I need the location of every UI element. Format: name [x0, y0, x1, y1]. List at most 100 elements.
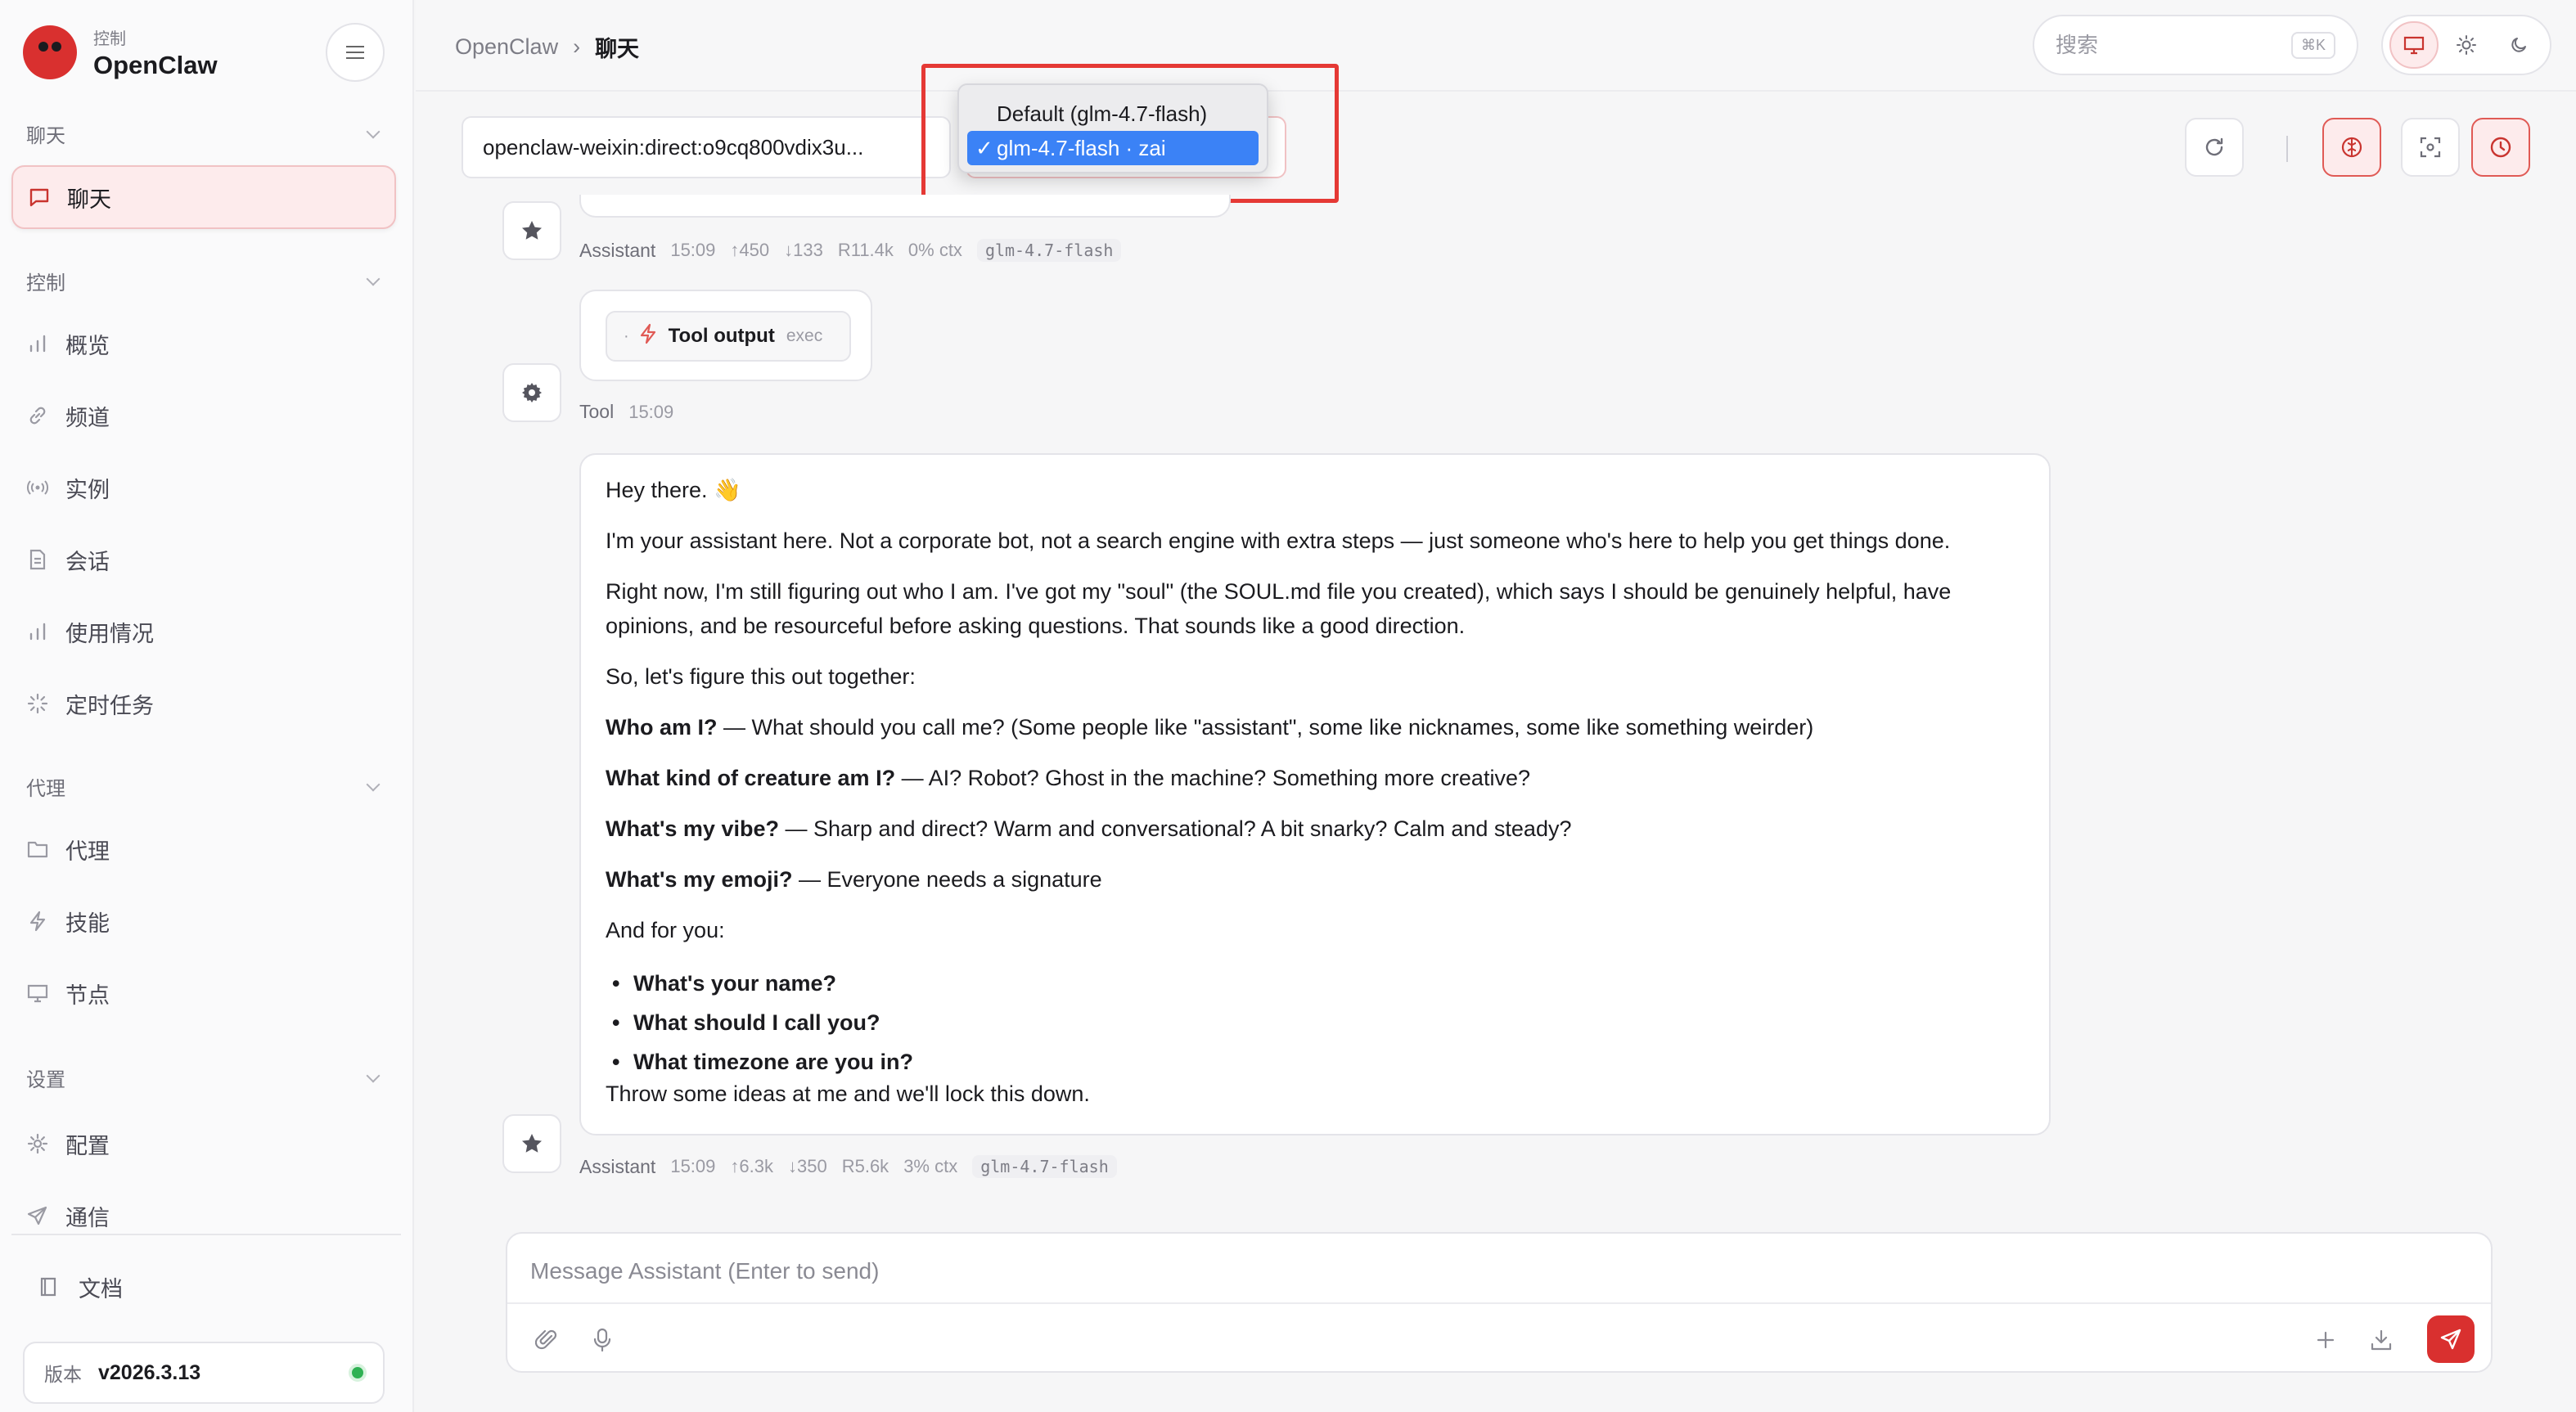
- message-paragraph: Throw some ideas at me and we'll lock th…: [606, 1081, 1090, 1106]
- annotation-highlight-box: [921, 64, 1339, 203]
- sidebar-item-overview[interactable]: 概览: [26, 322, 110, 365]
- microphone-icon: [593, 1328, 611, 1352]
- brand-subtitle: 控制: [93, 29, 126, 48]
- sidebar-item-label: 实例: [65, 477, 110, 502]
- brand: 控制 OpenClaw: [23, 23, 218, 82]
- sidebar-item-nodes[interactable]: 节点: [26, 972, 110, 1014]
- export-button[interactable]: [2363, 1322, 2399, 1358]
- list-item: What should I call you?: [612, 1003, 2024, 1042]
- message-meta: Assistant 15:09 ↑450 ↓133 R11.4k 0% ctx …: [579, 239, 1136, 262]
- input-tokens: ↑450: [730, 240, 770, 260]
- openclaw-logo: [23, 25, 77, 79]
- sidebar-item-channels[interactable]: 频道: [26, 394, 110, 437]
- tool-message-bubble: · Tool output exec: [579, 290, 872, 381]
- model-chip: glm-4.7-flash: [976, 239, 1122, 262]
- focus-mode-button[interactable]: [2401, 118, 2460, 177]
- voice-button[interactable]: [584, 1322, 620, 1358]
- message-question: What's my emoji? — Everyone needs a sign…: [606, 862, 2024, 897]
- message-bubble-partial: [579, 195, 1231, 218]
- brand-name: OpenClaw: [93, 50, 218, 79]
- chevron-down-icon: [366, 777, 381, 791]
- sidebar-item-skills[interactable]: 技能: [26, 900, 110, 942]
- docs-label: 文档: [79, 1277, 123, 1302]
- sidebar-item-sessions[interactable]: 会话: [26, 538, 110, 581]
- version-value: v2026.3.13: [98, 1360, 201, 1384]
- new-chat-button[interactable]: [2308, 1322, 2344, 1358]
- breadcrumb-root[interactable]: OpenClaw: [455, 34, 558, 60]
- broadcast-icon: [26, 476, 49, 499]
- question-title: What's my emoji?: [606, 867, 793, 892]
- message-role: Tool: [579, 401, 615, 422]
- question-title: What kind of creature am I?: [606, 766, 896, 790]
- sidebar-item-instances[interactable]: 实例: [26, 466, 110, 509]
- input-tokens: ↑6.3k: [730, 1156, 773, 1176]
- message-question: What kind of creature am I? — AI? Robot?…: [606, 761, 2024, 795]
- star-icon: [522, 221, 542, 240]
- section-label: 控制: [26, 272, 65, 295]
- sidebar-item-agents[interactable]: 代理: [26, 828, 110, 870]
- composer-divider: [507, 1302, 2491, 1304]
- message-paragraph: I'm your assistant here. Not a corporate…: [606, 528, 1951, 553]
- sidebar-item-chat[interactable]: 聊天: [11, 165, 396, 229]
- message-meta: Tool 15:09: [579, 401, 688, 423]
- folder-icon: [26, 838, 49, 861]
- sidebar-item-label: 概览: [65, 333, 110, 358]
- sidebar-toggle-button[interactable]: [326, 23, 385, 82]
- sidebar-item-comms[interactable]: 通信: [26, 1194, 110, 1237]
- section-label: 聊天: [26, 125, 65, 147]
- cache-tokens: R5.6k: [841, 1156, 889, 1176]
- sidebar-item-label: 会话: [65, 549, 110, 574]
- message-input[interactable]: [530, 1252, 2412, 1291]
- version-label: 版本: [44, 1364, 82, 1385]
- thinking-toggle-button[interactable]: [2322, 118, 2381, 177]
- sidebar-item-label: 聊天: [67, 187, 111, 212]
- paperclip-icon: [535, 1329, 557, 1350]
- search-input[interactable]: [2056, 32, 2285, 58]
- message-paragraph: So, let's figure this out together:: [606, 664, 916, 689]
- plus-icon: [2317, 1331, 2335, 1349]
- message-paragraph: Right now, I'm still figuring out who I …: [606, 579, 1952, 638]
- message-time: 15:09: [670, 1156, 716, 1176]
- bar-chart-icon: [26, 620, 49, 643]
- session-selector[interactable]: openclaw-weixin:direct:o9cq800vdix3u...: [462, 116, 951, 178]
- sidebar: 控制 OpenClaw 聊天 聊天 控制 概览 频道 实例 会话 使用情况 定时…: [0, 0, 414, 1412]
- history-button[interactable]: [2471, 118, 2530, 177]
- refresh-button[interactable]: [2185, 118, 2244, 177]
- theme-switcher: [2381, 15, 2551, 75]
- monitor-icon: [26, 982, 49, 1005]
- section-agent[interactable]: 代理: [26, 772, 385, 801]
- question-text: — AI? Robot? Ghost in the machine? Somet…: [895, 766, 1530, 790]
- section-settings[interactable]: 设置: [26, 1063, 385, 1092]
- section-control[interactable]: 控制: [26, 267, 385, 295]
- output-tokens: ↓133: [784, 240, 823, 260]
- sidebar-item-label: 配置: [65, 1133, 110, 1158]
- sidebar-item-cron[interactable]: 定时任务: [26, 682, 154, 725]
- attach-button[interactable]: [529, 1322, 565, 1358]
- send-button[interactable]: [2427, 1315, 2475, 1363]
- message-paragraph: And for you:: [606, 918, 725, 942]
- theme-light-button[interactable]: [2442, 21, 2491, 69]
- theme-dark-button[interactable]: [2494, 21, 2543, 69]
- send-icon: [2440, 1329, 2461, 1350]
- menu-icon: [346, 46, 364, 59]
- docs-link[interactable]: 文档: [39, 1271, 123, 1303]
- question-text: — What should you call me? (Some people …: [717, 715, 1814, 740]
- sidebar-item-config[interactable]: 配置: [26, 1122, 110, 1165]
- book-icon: [39, 1276, 62, 1299]
- breadcrumb-separator: ›: [573, 34, 581, 59]
- section-chat[interactable]: 聊天: [26, 119, 385, 148]
- tool-output-card[interactable]: · Tool output exec: [606, 311, 851, 362]
- theme-system-button[interactable]: [2389, 21, 2439, 69]
- section-label: 设置: [26, 1069, 65, 1091]
- context-usage: 3% ctx: [903, 1156, 958, 1176]
- assistant-avatar: [502, 201, 561, 260]
- sidebar-divider: [11, 1234, 401, 1235]
- search-box[interactable]: ⌘K: [2033, 15, 2358, 75]
- breadcrumb: OpenClaw › 聊天: [455, 31, 639, 63]
- chat-icon: [28, 186, 51, 209]
- sidebar-item-usage[interactable]: 使用情况: [26, 610, 154, 653]
- sidebar-item-label: 频道: [65, 405, 110, 430]
- list-item: What timezone are you in?: [612, 1042, 2024, 1081]
- send-icon: [26, 1204, 49, 1227]
- version-card: 版本 v2026.3.13: [23, 1342, 385, 1404]
